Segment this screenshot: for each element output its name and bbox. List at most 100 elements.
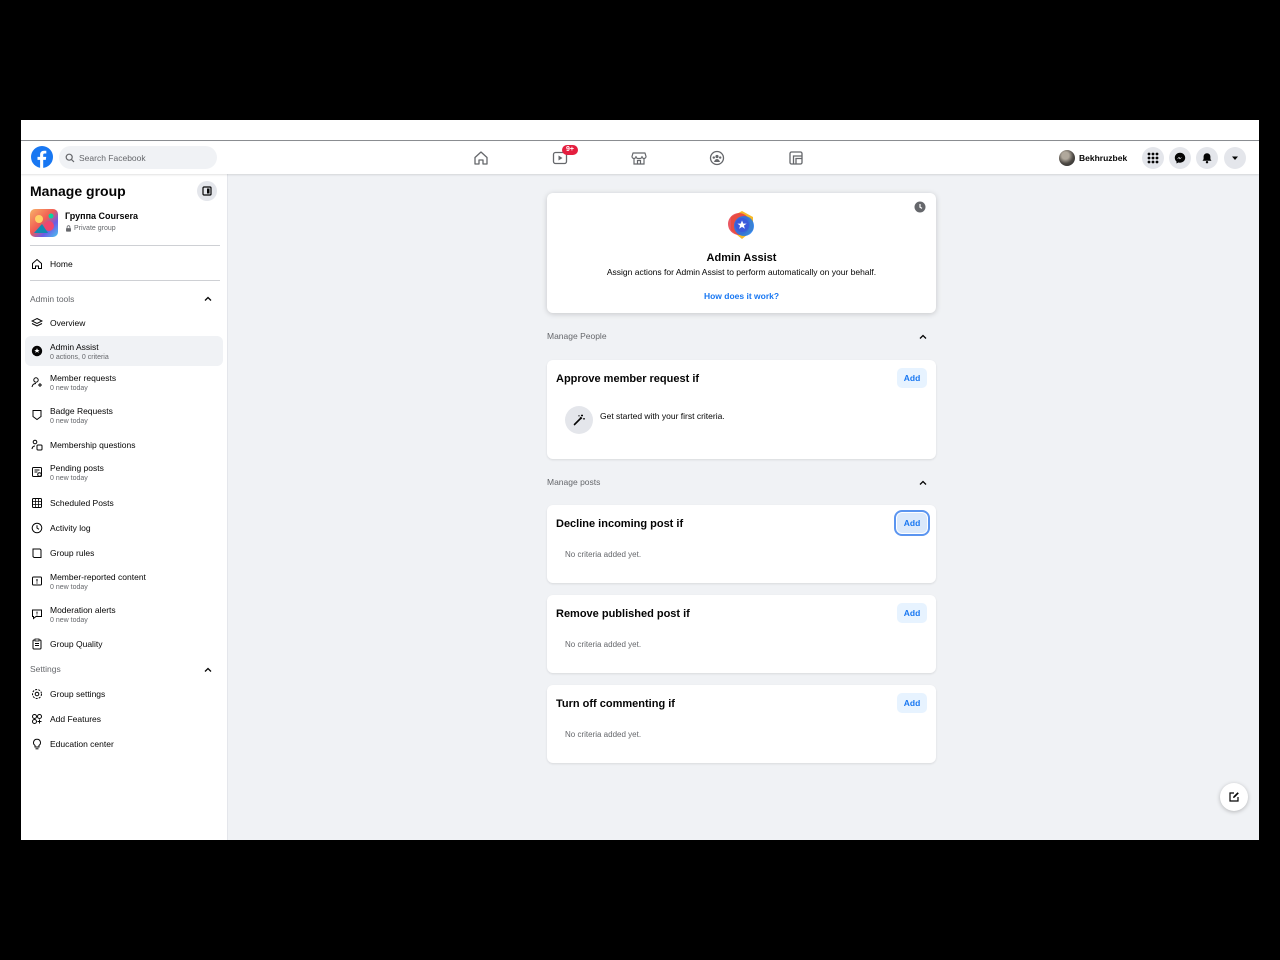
alert-bubble-icon — [30, 607, 44, 621]
remove-published-post-card: Remove published post if Add No criteria… — [547, 595, 936, 673]
search-box[interactable] — [59, 146, 217, 169]
sidebar-item-label: Membership questions — [50, 440, 136, 450]
chevron-up-icon[interactable] — [203, 294, 213, 304]
manage-posts-heading: Manage posts — [547, 477, 601, 487]
profile-name: Bekhruzbek — [1079, 153, 1128, 163]
approve-member-request-card: Approve member request if Add Get starte… — [547, 360, 936, 459]
pending-post-icon — [30, 465, 44, 479]
sidebar-item-sublabel: 0 new today — [50, 384, 88, 392]
sidebar-item-sublabel: 0 actions, 0 criteria — [50, 353, 109, 361]
sidebar-toggle-icon — [202, 186, 212, 196]
menu-button[interactable] — [1142, 147, 1164, 169]
gear-icon — [30, 687, 44, 701]
bell-icon — [1202, 153, 1212, 164]
add-remove-criteria-button[interactable]: Add — [897, 603, 927, 623]
add-approve-criteria-button[interactable]: Add — [897, 368, 927, 388]
facebook-logo-icon[interactable] — [31, 146, 53, 168]
features-icon — [30, 712, 44, 726]
add-person-icon — [30, 375, 44, 389]
compose-icon — [1229, 792, 1239, 802]
sidebar-item-sublabel: 0 new today — [50, 417, 88, 425]
groups-icon[interactable] — [708, 149, 726, 167]
sidebar-item-overview[interactable]: Overview — [25, 308, 223, 338]
sidebar-item-home[interactable]: Home — [25, 249, 223, 279]
divider — [30, 280, 220, 281]
notifications-button[interactable] — [1196, 147, 1218, 169]
avatar — [1059, 150, 1075, 166]
manage-people-heading: Manage People — [547, 331, 607, 341]
sidebar-item-label: Activity log — [50, 523, 91, 533]
group-cover-thumbnail[interactable] — [30, 209, 58, 237]
sidebar-item-label: Member requests — [50, 372, 117, 383]
sidebar-item-label: Add Features — [50, 714, 102, 724]
group-name[interactable]: Группа Coursera — [65, 211, 138, 221]
layers-icon — [30, 316, 44, 330]
sidebar-item-sublabel: 0 new today — [50, 474, 88, 482]
sidebar-item-group-rules[interactable]: Group rules — [25, 538, 223, 568]
sidebar-item-member-requests[interactable]: Member requests 0 new today — [25, 367, 223, 397]
divider — [30, 245, 220, 246]
badge-shield-icon — [30, 408, 44, 422]
profile-button[interactable]: Bekhruzbek — [1059, 148, 1127, 168]
messenger-icon — [1174, 152, 1186, 164]
card-title: Turn off commenting if — [556, 698, 675, 710]
sidebar-item-education-center[interactable]: Education center — [25, 729, 223, 759]
search-icon — [65, 153, 75, 162]
clock-history-icon[interactable] — [914, 201, 926, 213]
sidebar-item-admin-assist[interactable]: Admin Assist 0 actions, 0 criteria — [25, 336, 223, 366]
person-question-icon — [30, 438, 44, 452]
sidebar-item-sublabel: 0 new today — [50, 616, 88, 624]
window-top-strip — [21, 120, 1259, 141]
sidebar-item-member-reported-content[interactable]: Member-reported content 0 new today — [25, 566, 223, 596]
sidebar-item-membership-questions[interactable]: Membership questions — [25, 430, 223, 460]
shield-star-icon — [30, 344, 44, 358]
manage-group-sidebar: Manage group Группа Coursera Private gro… — [21, 174, 228, 840]
admin-assist-logo-icon — [728, 211, 754, 239]
account-button[interactable] — [1224, 147, 1246, 169]
empty-criteria-text: No criteria added yet. — [565, 730, 642, 739]
calendar-icon — [30, 496, 44, 510]
home-icon[interactable] — [472, 149, 490, 167]
sidebar-item-pending-posts[interactable]: Pending posts 0 new today — [25, 457, 223, 487]
admin-assist-main: Admin Assist Assign actions for Admin As… — [228, 174, 1259, 840]
sidebar-item-label: Admin Assist — [50, 341, 99, 352]
lock-icon — [66, 225, 71, 232]
sidebar-item-label: Education center — [50, 739, 114, 749]
sidebar-item-label: Moderation alerts — [50, 604, 116, 615]
clipboard-icon — [30, 637, 44, 651]
admin-tools-heading: Admin tools — [30, 294, 75, 304]
how-does-it-work-link[interactable]: How does it work? — [547, 291, 936, 301]
chevron-up-icon[interactable] — [918, 332, 928, 342]
magic-wand-icon — [565, 406, 593, 434]
card-title: Approve member request if — [556, 373, 700, 385]
marketplace-icon[interactable] — [630, 149, 648, 167]
group-privacy: Private group — [65, 225, 116, 232]
turn-off-commenting-card: Turn off commenting if Add No criteria a… — [547, 685, 936, 763]
sidebar-item-moderation-alerts[interactable]: Moderation alerts 0 new today — [25, 599, 223, 629]
sidebar-item-badge-requests[interactable]: Badge Requests 0 new today — [25, 400, 223, 430]
gaming-icon[interactable] — [787, 149, 805, 167]
new-message-button[interactable] — [1220, 783, 1248, 811]
chevron-up-icon[interactable] — [918, 478, 928, 488]
messenger-button[interactable] — [1169, 147, 1191, 169]
add-commenting-criteria-button[interactable]: Add — [897, 693, 927, 713]
browser-viewport: 9+ Bekhruzbek Manage group Группа Course… — [21, 120, 1259, 840]
add-decline-criteria-button[interactable]: Add — [894, 510, 930, 536]
home-outline-icon — [30, 257, 44, 271]
sidebar-item-label: Group settings — [50, 689, 106, 699]
admin-assist-hero-card: Admin Assist Assign actions for Admin As… — [547, 193, 936, 313]
collapse-sidebar-button[interactable] — [197, 181, 217, 201]
sidebar-item-label: Badge Requests — [50, 405, 113, 416]
sidebar-item-label: Pending posts — [50, 462, 104, 473]
rules-icon — [30, 546, 44, 560]
caret-down-icon — [1232, 156, 1238, 160]
card-title: Decline incoming post if — [556, 518, 684, 530]
hero-description: Assign actions for Admin Assist to perfo… — [606, 267, 877, 277]
chevron-up-icon[interactable] — [203, 665, 213, 675]
watch-notification-badge: 9+ — [562, 145, 578, 155]
sidebar-item-sublabel: 0 new today — [50, 583, 88, 591]
top-navigation-bar: 9+ Bekhruzbek — [21, 142, 1259, 174]
sidebar-item-group-quality[interactable]: Group Quality — [25, 629, 223, 659]
search-input[interactable] — [79, 152, 209, 163]
empty-criteria-text: No criteria added yet. — [565, 640, 642, 649]
